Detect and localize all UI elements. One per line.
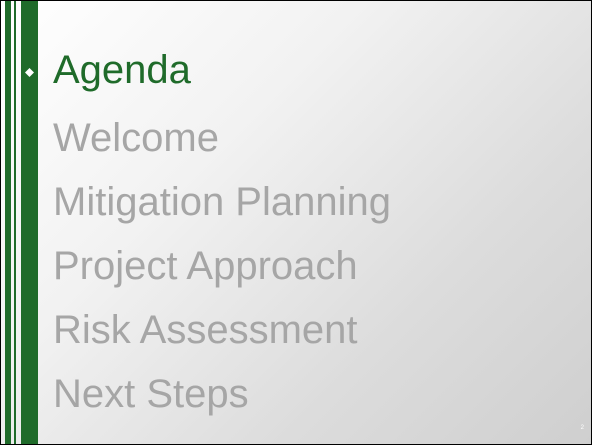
diamond-bullet-icon bbox=[25, 68, 34, 77]
slide-title: Agenda bbox=[53, 48, 191, 92]
agenda-item-mitigation-planning: Mitigation Planning bbox=[53, 180, 391, 224]
agenda-item-project-approach: Project Approach bbox=[53, 244, 358, 288]
page-number: 2 bbox=[580, 425, 584, 431]
agenda-item-risk-assessment: Risk Assessment bbox=[53, 308, 358, 352]
slide: Agenda Welcome Mitigation Planning Proje… bbox=[0, 0, 592, 445]
accent-bar-thin bbox=[14, 1, 16, 444]
accent-bar-outer bbox=[5, 1, 11, 444]
agenda-list: Welcome Mitigation Planning Project Appr… bbox=[53, 113, 391, 433]
agenda-item-next-steps: Next Steps bbox=[53, 372, 249, 416]
agenda-item-welcome: Welcome bbox=[53, 116, 219, 160]
